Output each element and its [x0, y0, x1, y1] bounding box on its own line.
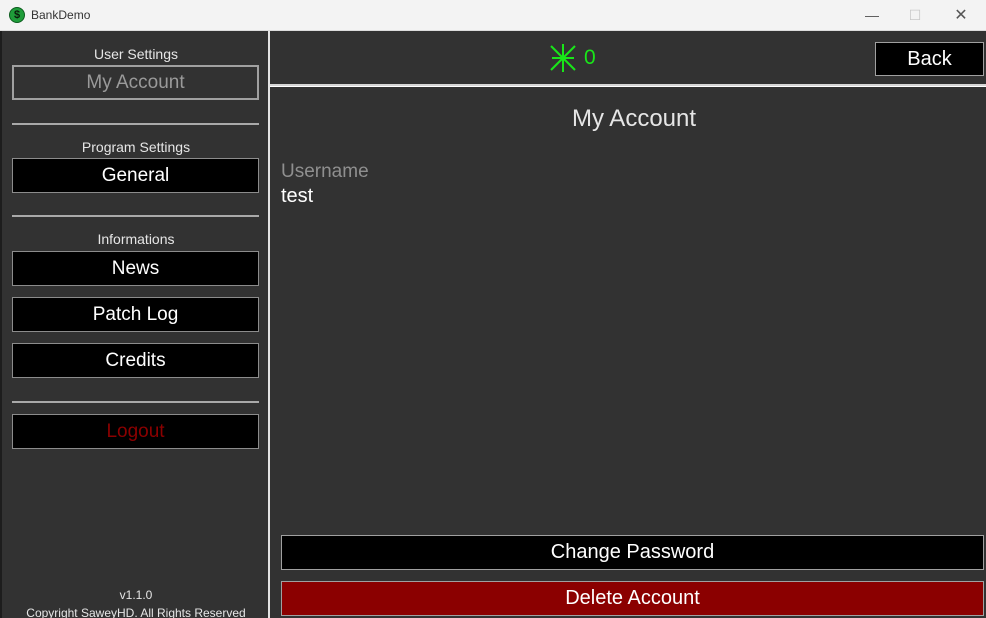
- page-title: My Account: [571, 105, 697, 132]
- currency-icon: [550, 44, 576, 72]
- informations-heading: Informations: [97, 231, 175, 247]
- sidebar-item-news[interactable]: News: [12, 251, 259, 286]
- copyright-label: Copyright SaweyHD. All Rights Reserved: [26, 606, 246, 618]
- sidebar-divider: [12, 215, 259, 217]
- logout-button[interactable]: Logout: [12, 414, 259, 449]
- top-bar: 0 Back: [270, 31, 986, 86]
- program-settings-heading: Program Settings: [81, 139, 191, 155]
- dollar-icon: $: [9, 7, 25, 23]
- sidebar-divider: [12, 401, 259, 403]
- maximize-icon[interactable]: ☐: [892, 0, 938, 31]
- sidebar-item-patch-log[interactable]: Patch Log: [12, 297, 259, 332]
- back-button[interactable]: Back: [875, 42, 984, 76]
- sidebar-item-general[interactable]: General: [12, 158, 259, 193]
- sidebar-item-my-account[interactable]: My Account: [12, 65, 259, 100]
- balance-value: 0: [584, 46, 596, 69]
- window-title: BankDemo: [31, 8, 91, 22]
- sidebar-item-credits[interactable]: Credits: [12, 343, 259, 378]
- window-titlebar: $ BankDemo — ☐ ✕: [0, 0, 986, 31]
- close-icon[interactable]: ✕: [938, 0, 984, 31]
- main-content: My Account Username test Change Password…: [270, 87, 986, 618]
- sidebar: User Settings My Account Program Setting…: [0, 31, 270, 618]
- minimize-icon[interactable]: —: [849, 0, 895, 31]
- version-label: v1.1.0: [119, 588, 153, 602]
- sidebar-divider: [12, 123, 259, 125]
- change-password-button[interactable]: Change Password: [281, 535, 984, 570]
- username-value: test: [281, 185, 314, 207]
- user-settings-heading: User Settings: [93, 46, 179, 62]
- username-label: Username: [281, 161, 369, 182]
- delete-account-button[interactable]: Delete Account: [281, 581, 984, 616]
